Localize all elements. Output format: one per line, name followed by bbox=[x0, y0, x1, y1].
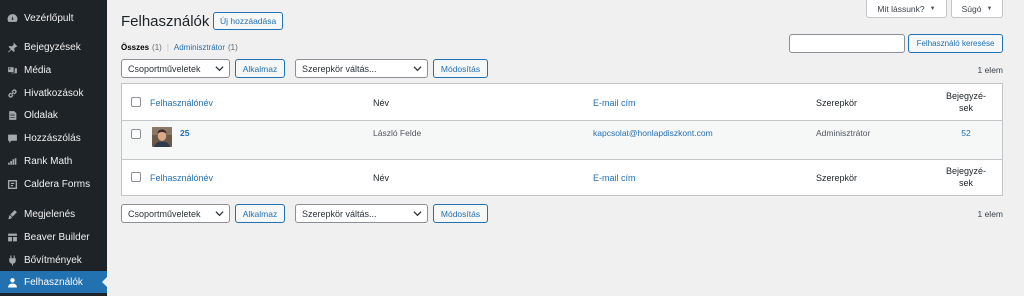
sidebar-item-users[interactable]: Felhasználók bbox=[0, 271, 107, 293]
column-footer-posts: Bejegyzé- sek bbox=[940, 165, 992, 189]
sidebar-item-label: Megjelenés bbox=[24, 208, 76, 220]
avatar bbox=[152, 127, 172, 147]
column-header-posts-line1: Bejegyzé- bbox=[945, 91, 987, 101]
change-role-value: Szerepkör váltás... bbox=[302, 63, 377, 74]
column-footer-posts-line1: Bejegyzé- bbox=[945, 166, 987, 176]
sidebar-item-label: Caldera Forms bbox=[24, 178, 91, 190]
caret-down-icon: ▼ bbox=[929, 5, 936, 12]
pin-icon bbox=[6, 41, 18, 53]
chevron-down-icon bbox=[413, 66, 422, 72]
plugin-icon bbox=[6, 254, 18, 266]
column-footer-role: Szerepkör bbox=[816, 173, 858, 183]
table-footer-row: Felhasználónév Név E-mail cím Szerepkör … bbox=[122, 159, 1002, 195]
apply-button-top[interactable]: Alkalmaz bbox=[235, 59, 285, 78]
help-button[interactable]: Súgó ▼ bbox=[951, 0, 1003, 18]
filter-all-count: (1) bbox=[152, 43, 162, 52]
sidebar-item-plugins[interactable]: Bővítmények bbox=[0, 249, 107, 271]
users-table: Felhasználónév Név E-mail cím Szerepkör … bbox=[121, 83, 1003, 196]
column-header-role: Szerepkör bbox=[816, 98, 858, 108]
items-count-bottom: 1 elem bbox=[977, 209, 1003, 219]
filter-administrator-count: (1) bbox=[228, 43, 238, 52]
sidebar-item-label: Média bbox=[24, 64, 52, 76]
users-icon bbox=[6, 276, 18, 288]
column-footer-name: Név bbox=[373, 173, 390, 183]
items-count-top: 1 elem bbox=[977, 65, 1003, 75]
sidebar-item-dashboard[interactable]: Vezérlőpult bbox=[0, 7, 107, 29]
bulk-actions-value: Csoportműveletek bbox=[128, 208, 201, 219]
help-label: Súgó bbox=[961, 3, 982, 14]
sidebar-item-label: Bővítmények bbox=[24, 254, 82, 266]
column-header-email[interactable]: E-mail cím bbox=[593, 98, 636, 108]
sidebar-item-comments[interactable]: Hozzászólás bbox=[0, 127, 107, 149]
row-name: László Felde bbox=[373, 128, 422, 138]
column-header-posts-line2: sek bbox=[958, 103, 973, 113]
sidebar-item-beaver-builder[interactable]: Beaver Builder bbox=[0, 226, 107, 248]
chevron-down-icon bbox=[413, 211, 422, 217]
sidebar-item-posts[interactable]: Bejegyzések bbox=[0, 36, 107, 58]
column-header-posts: Bejegyzé- sek bbox=[940, 90, 992, 114]
sidebar-item-label: Beaver Builder bbox=[24, 231, 90, 243]
row-checkbox[interactable] bbox=[131, 129, 141, 139]
sidebar-item-caldera-forms[interactable]: Caldera Forms bbox=[0, 173, 107, 195]
bulk-actions-select-bottom[interactable]: Csoportműveletek bbox=[121, 204, 230, 223]
change-role-select-top[interactable]: Szerepkör váltás... bbox=[295, 59, 428, 78]
chevron-down-icon bbox=[215, 211, 224, 217]
link-icon bbox=[6, 87, 18, 99]
bulk-actions-value: Csoportműveletek bbox=[128, 63, 201, 74]
sidebar-item-label: Felhasználók bbox=[24, 276, 83, 288]
row-username-link[interactable]: 25 bbox=[180, 128, 189, 138]
page-icon bbox=[6, 109, 18, 121]
row-email-link[interactable]: kapcsolat@honlapdiszkont.com bbox=[593, 128, 713, 138]
sidebar-item-label: Oldalak bbox=[24, 109, 58, 121]
change-role-value: Szerepkör váltás... bbox=[302, 208, 377, 219]
column-footer-email[interactable]: E-mail cím bbox=[593, 173, 636, 183]
column-header-name: Név bbox=[373, 98, 390, 108]
select-all-checkbox-bottom[interactable] bbox=[131, 172, 141, 182]
change-role-button-top[interactable]: Módosítás bbox=[433, 59, 488, 78]
row-role: Adminisztrátor bbox=[816, 128, 871, 138]
table-row: 25 László Felde kapcsolat@honlapdiszkont… bbox=[122, 121, 1002, 159]
sidebar-item-label: Bejegyzések bbox=[24, 41, 81, 53]
sidebar-item-media[interactable]: Média bbox=[0, 59, 107, 81]
table-header-row: Felhasználónév Név E-mail cím Szerepkör … bbox=[122, 84, 1002, 121]
user-role-filters: Összes (1) | Adminisztrátor (1) bbox=[121, 43, 238, 52]
sidebar-item-rank-math[interactable]: Rank Math bbox=[0, 150, 107, 172]
search-users-button[interactable]: Felhasználó keresése bbox=[908, 34, 1003, 53]
row-posts-count[interactable]: 52 bbox=[940, 128, 992, 138]
media-icon bbox=[6, 64, 18, 76]
chevron-down-icon bbox=[215, 66, 224, 72]
column-header-username[interactable]: Felhasználónév bbox=[150, 98, 213, 108]
brush-icon bbox=[6, 208, 18, 220]
apply-button-bottom[interactable]: Alkalmaz bbox=[235, 204, 285, 223]
comment-icon bbox=[6, 132, 18, 144]
dashboard-icon bbox=[6, 12, 18, 24]
column-footer-posts-line2: sek bbox=[958, 178, 973, 188]
screen-options-label: Mit lássunk? bbox=[877, 3, 925, 14]
user-search-input[interactable] bbox=[789, 34, 905, 53]
sidebar-item-appearance[interactable]: Megjelenés bbox=[0, 203, 107, 225]
filter-all-label[interactable]: Összes bbox=[121, 43, 149, 52]
change-role-button-bottom[interactable]: Módosítás bbox=[433, 204, 488, 223]
bulk-actions-select-top[interactable]: Csoportműveletek bbox=[121, 59, 230, 78]
sidebar-item-label: Rank Math bbox=[24, 155, 73, 167]
sidebar-item-label: Vezérlőpult bbox=[24, 12, 74, 24]
admin-sidebar: Vezérlőpult Bejegyzések Média Hivatkozás… bbox=[0, 0, 107, 296]
builder-icon bbox=[6, 231, 18, 243]
select-all-checkbox[interactable] bbox=[131, 97, 141, 107]
sidebar-item-label: Hozzászólás bbox=[24, 132, 81, 144]
add-new-user-button[interactable]: Új hozzáadása bbox=[213, 12, 284, 30]
filter-separator: | bbox=[166, 43, 169, 52]
screen-options-button[interactable]: Mit lássunk? ▼ bbox=[866, 0, 947, 18]
caret-down-icon: ▼ bbox=[986, 5, 993, 12]
sidebar-item-pages[interactable]: Oldalak bbox=[0, 104, 107, 126]
page-title: Felhasználók bbox=[121, 13, 210, 30]
sidebar-item-links[interactable]: Hivatkozások bbox=[0, 82, 107, 104]
column-footer-username[interactable]: Felhasználónév bbox=[150, 173, 213, 183]
caldera-icon bbox=[6, 178, 18, 190]
rank-math-icon bbox=[6, 155, 18, 167]
sidebar-item-label: Hivatkozások bbox=[24, 87, 84, 99]
filter-administrator-link[interactable]: Adminisztrátor bbox=[174, 43, 225, 52]
change-role-select-bottom[interactable]: Szerepkör váltás... bbox=[295, 204, 428, 223]
